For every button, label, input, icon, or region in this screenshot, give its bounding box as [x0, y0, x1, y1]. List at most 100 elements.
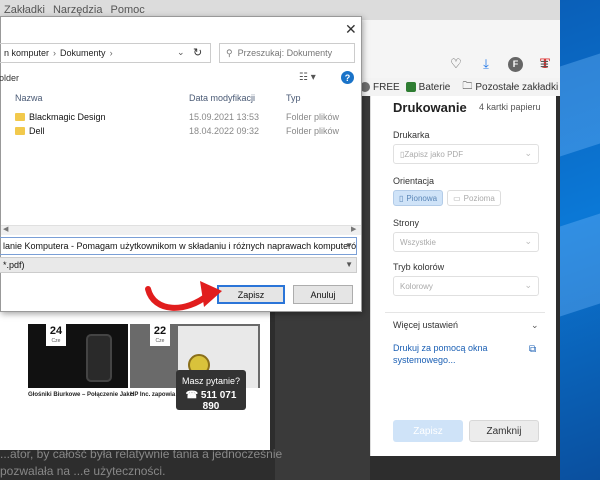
- landscape-icon: ▭: [453, 193, 461, 203]
- pocket-icon[interactable]: ♡: [448, 56, 464, 72]
- wallpaper-ray: [560, 53, 600, 157]
- chevron-down-icon[interactable]: ⌄: [531, 320, 539, 331]
- menu-help[interactable]: Pomoc: [111, 4, 145, 16]
- file-row[interactable]: Blackmagic Design 15.09.2021 13:53 Folde…: [1, 111, 361, 125]
- chevron-down-icon: ⌄: [524, 280, 532, 290]
- date-day: 22: [153, 325, 167, 337]
- portrait-icon: ▯: [399, 193, 404, 203]
- pages-value: Wszystkie: [400, 237, 436, 247]
- search-icon: ⚲: [226, 47, 233, 58]
- breadcrumb-separator-icon: ›: [109, 48, 113, 58]
- folder-icon: 🗀: [462, 80, 473, 92]
- chevron-down-icon: ▼: [345, 260, 353, 269]
- wallpaper-ray: [560, 213, 600, 317]
- scroll-right-icon[interactable]: ▶: [351, 225, 356, 233]
- refresh-icon[interactable]: ↻: [193, 46, 202, 59]
- pages-label: Strony: [393, 218, 420, 228]
- cancel-button[interactable]: Anuluj: [293, 285, 353, 304]
- bookmark-label: Pozostałe zakładki: [475, 81, 559, 93]
- close-button[interactable]: Zamknij: [469, 420, 539, 442]
- external-link-icon: ⧉: [529, 344, 537, 355]
- phone-number: 511 071 890: [200, 390, 237, 412]
- orientation-label: Orientacja: [393, 176, 435, 186]
- breadcrumb-separator-icon: ›: [53, 48, 57, 58]
- file-type: Folder plików: [286, 112, 340, 122]
- bookmark-label: FREE: [373, 81, 400, 93]
- column-header-name[interactable]: Nazwa: [15, 93, 43, 103]
- sheet-count: 4 kartki papieru: [479, 102, 541, 112]
- filename-input[interactable]: lanie Komputera - Pomagam użytkownikom w…: [0, 237, 357, 255]
- orientation-landscape-button[interactable]: ▭ Pozioma: [447, 190, 501, 206]
- help-icon[interactable]: ?: [341, 71, 354, 84]
- print-panel: Drukowanie 4 kartki papieru Drukarka ▯ Z…: [370, 96, 556, 456]
- search-input[interactable]: ⚲ Przeszukaj: Dokumenty: [219, 43, 355, 63]
- menu-bookmarks[interactable]: Zakładki: [4, 4, 45, 16]
- speaker-image: [86, 334, 112, 382]
- background-article-text: ...ator, by całość była relatywnie tania…: [0, 447, 283, 478]
- toolbar-icons: ♡ ⤓ F T: [448, 56, 553, 72]
- file-row[interactable]: Dell 18.04.2022 09:32 Folder plików: [1, 125, 361, 139]
- color-mode-label: Tryb kolorów: [393, 262, 445, 272]
- menu-icon[interactable]: ≡: [540, 56, 549, 73]
- battery-icon: [405, 82, 416, 92]
- orientation-landscape-label: Pozioma: [463, 193, 495, 203]
- menu-tools[interactable]: Narzędzia: [53, 4, 103, 16]
- search-placeholder: Przeszukaj: Dokumenty: [237, 48, 333, 58]
- file-type: Folder plików: [286, 126, 340, 136]
- orientation-portrait-label: Pionowa: [406, 193, 438, 203]
- new-folder-button[interactable]: older: [0, 73, 19, 83]
- chevron-down-icon[interactable]: ⌄: [177, 47, 185, 58]
- printer-label: Drukarka: [393, 130, 430, 140]
- browser-window: Zakładki Narzędzia Pomoc ♡ ⤓ F T ≡ FREE …: [0, 0, 560, 480]
- orientation-portrait-button[interactable]: ▯ Pionowa: [393, 190, 444, 206]
- date-month: Cze: [155, 338, 165, 344]
- file-list: Nazwa Data modyfikacji Typ Blackmagic De…: [1, 89, 361, 225]
- color-mode-value: Kolorowy: [400, 281, 433, 291]
- close-icon[interactable]: ✕: [345, 21, 357, 38]
- phone-icon: ☎: [185, 390, 201, 401]
- folder-icon: [15, 113, 25, 121]
- article-title: HP Inc. zapowia: [130, 392, 176, 398]
- column-header-date[interactable]: Data modyfikacji: [189, 93, 255, 103]
- view-options-icon[interactable]: ☷ ▾: [299, 72, 316, 83]
- breadcrumb-documents[interactable]: Dokumenty: [60, 48, 106, 58]
- download-icon[interactable]: ⤓: [478, 56, 494, 72]
- contact-question: Masz pytanie?: [181, 376, 241, 386]
- file-date: 18.04.2022 09:32: [189, 126, 260, 136]
- pages-select[interactable]: Wszystkie ⌄: [393, 232, 539, 252]
- chevron-down-icon[interactable]: ▼: [345, 241, 353, 250]
- printer-value: Zapisz jako PDF: [404, 149, 464, 159]
- contact-phone: ☎ 511 071 890: [176, 390, 246, 412]
- divider: [385, 312, 545, 313]
- article-title: Głośniki Biurkowe – Połączenie Jakc: [28, 392, 134, 398]
- bookmark-label: Baterie: [418, 81, 451, 93]
- chevron-down-icon: ⌄: [524, 236, 532, 246]
- date-badge: 22 Cze: [150, 324, 170, 346]
- date-month: Cze: [51, 338, 61, 344]
- annotation-arrow-icon: [145, 281, 222, 311]
- column-header-type[interactable]: Typ: [286, 93, 301, 103]
- system-dialog-link[interactable]: Drukuj za pomocą okna systemowego...: [393, 342, 523, 366]
- bookmarks-bar: FREE Baterie 🗀 Pozostałe zakładki: [360, 78, 560, 96]
- date-badge: 24 Cze: [46, 324, 66, 346]
- filename-value: lanie Komputera - Pomagam użytkownikom w…: [3, 241, 357, 251]
- print-save-button[interactable]: Zapisz: [393, 420, 463, 442]
- bookmark-other[interactable]: 🗀 Pozostałe zakładki: [462, 79, 558, 96]
- color-mode-select[interactable]: Kolorowy ⌄: [393, 276, 539, 296]
- file-date: 15.09.2021 13:53: [189, 112, 260, 122]
- filetype-value: *.pdf): [3, 260, 25, 270]
- orientation-group: ▯ Pionowa ▭ Pozioma: [393, 190, 501, 206]
- horizontal-scrollbar[interactable]: ◀ ▶: [1, 225, 361, 235]
- chevron-down-icon: ⌄: [524, 148, 532, 158]
- contact-box: Masz pytanie? ☎ 511 071 890: [176, 370, 246, 412]
- profile-icon[interactable]: F: [508, 56, 523, 72]
- bookmark-free[interactable]: FREE: [360, 82, 400, 93]
- printer-select[interactable]: ▯ Zapisz jako PDF ⌄: [393, 144, 539, 164]
- folder-icon: [15, 127, 25, 135]
- bookmark-baterie[interactable]: Baterie: [405, 81, 451, 93]
- more-settings-toggle[interactable]: Więcej ustawień: [393, 320, 458, 330]
- date-day: 24: [49, 325, 63, 337]
- breadcrumb-computer[interactable]: n komputer: [4, 48, 49, 58]
- print-preview-page: 24 Cze 22 Cze Głośniki Biurkowe – Połącz…: [0, 300, 270, 450]
- scroll-left-icon[interactable]: ◀: [3, 225, 8, 233]
